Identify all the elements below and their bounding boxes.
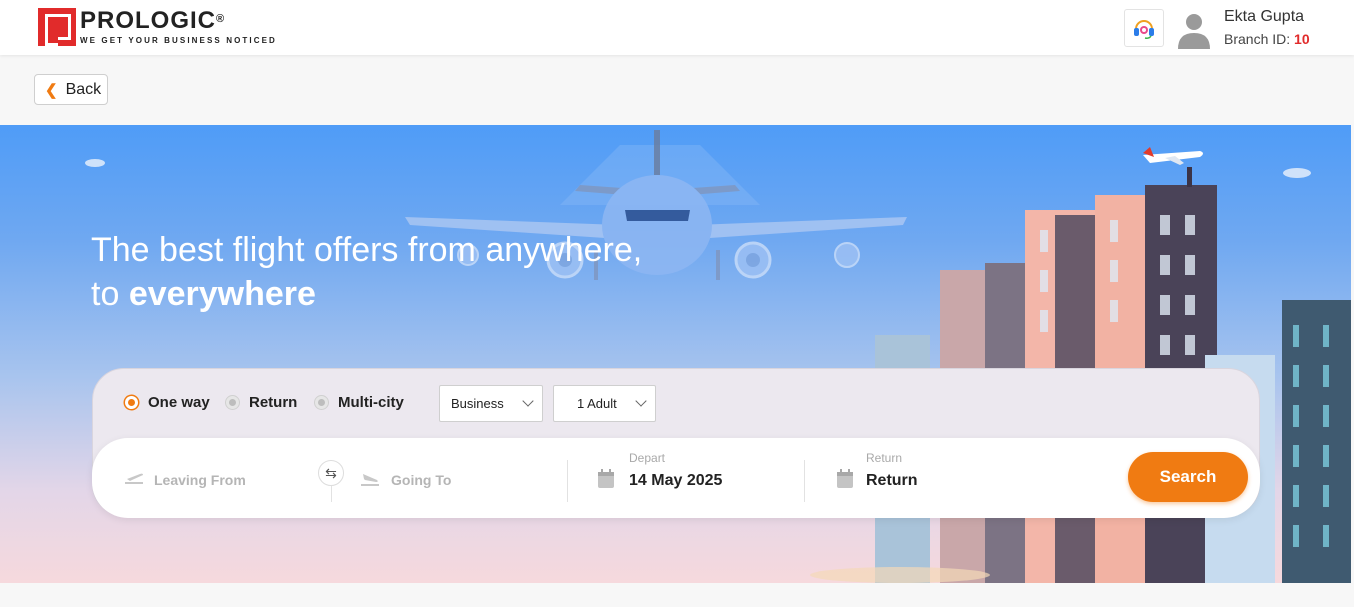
prologic-logo[interactable]: PROLOGIC® WE GET YOUR BUSINESS NOTICED — [38, 8, 277, 48]
hero-headline: The best flight offers from anywhere, to… — [91, 228, 642, 316]
user-name: Ekta Gupta — [1224, 8, 1305, 25]
trip-type-one-way[interactable]: One way — [125, 394, 210, 411]
trip-type-label: One way — [148, 394, 210, 411]
swap-locations-button[interactable]: ⇆ — [318, 460, 344, 486]
radio-unselected-icon — [315, 396, 328, 409]
return-date-field[interactable]: Return — [866, 472, 918, 490]
trip-type-label: Return — [249, 394, 298, 411]
branch-id-value: 10 — [1294, 31, 1310, 47]
back-label: Back — [65, 80, 102, 98]
hero-line-1: The best flight offers from anywhere, — [91, 231, 643, 269]
user-avatar-icon[interactable] — [1174, 9, 1214, 49]
back-button[interactable]: ❮ Back — [34, 74, 108, 105]
brand-tagline: WE GET YOUR BUSINESS NOTICED — [80, 36, 277, 45]
branch-id: Branch ID: 10 — [1224, 31, 1310, 47]
depart-date-field[interactable]: 14 May 2025 — [629, 472, 722, 490]
landing-icon — [361, 474, 379, 486]
headset-icon — [1134, 20, 1154, 39]
return-label: Return — [866, 451, 903, 465]
depart-label: Depart — [629, 451, 666, 465]
chevron-left-icon: ❮ — [45, 81, 58, 99]
trip-type-label: Multi-city — [338, 394, 404, 411]
branch-label: Branch ID: — [1224, 31, 1291, 47]
trip-type-return[interactable]: Return — [226, 394, 297, 411]
radio-unselected-icon — [226, 396, 239, 409]
takeoff-icon — [125, 473, 143, 484]
top-header: PROLOGIC® WE GET YOUR BUSINESS NOTICED E… — [0, 0, 1354, 55]
travellers-value: 1 Adult — [577, 396, 617, 411]
small-airplane-icon — [1143, 147, 1203, 165]
hero-line-2-prefix: to — [91, 275, 129, 313]
prologic-logo-mark-icon — [38, 8, 76, 46]
hero-banner: The best flight offers from anywhere, to… — [0, 125, 1351, 583]
chevron-down-icon — [522, 395, 534, 407]
hero-line-2-bold: everywhere — [128, 275, 316, 313]
cabin-class-value: Business — [451, 396, 504, 411]
support-button[interactable] — [1124, 9, 1164, 47]
search-button[interactable]: Search — [1128, 452, 1248, 502]
brand-name: PROLOGIC — [80, 7, 217, 34]
leaving-from-input[interactable]: Leaving From — [154, 472, 246, 488]
trip-type-multi-city[interactable]: Multi-city — [315, 394, 404, 411]
search-fields-row: Leaving From ⇆ Going To Depart 14 May 20… — [92, 438, 1260, 518]
brand-registered-mark: ® — [216, 13, 226, 25]
swap-arrows-icon: ⇆ — [325, 464, 337, 481]
flight-search-card: One way Return Multi-city Business 1 Adu… — [92, 368, 1260, 518]
going-to-input[interactable]: Going To — [391, 472, 451, 488]
chevron-down-icon — [635, 395, 647, 407]
travellers-select[interactable]: 1 Adult — [553, 385, 656, 422]
calendar-icon — [598, 469, 614, 488]
cabin-class-select[interactable]: Business — [439, 385, 543, 422]
radio-selected-icon — [125, 396, 138, 409]
calendar-icon — [837, 469, 853, 488]
